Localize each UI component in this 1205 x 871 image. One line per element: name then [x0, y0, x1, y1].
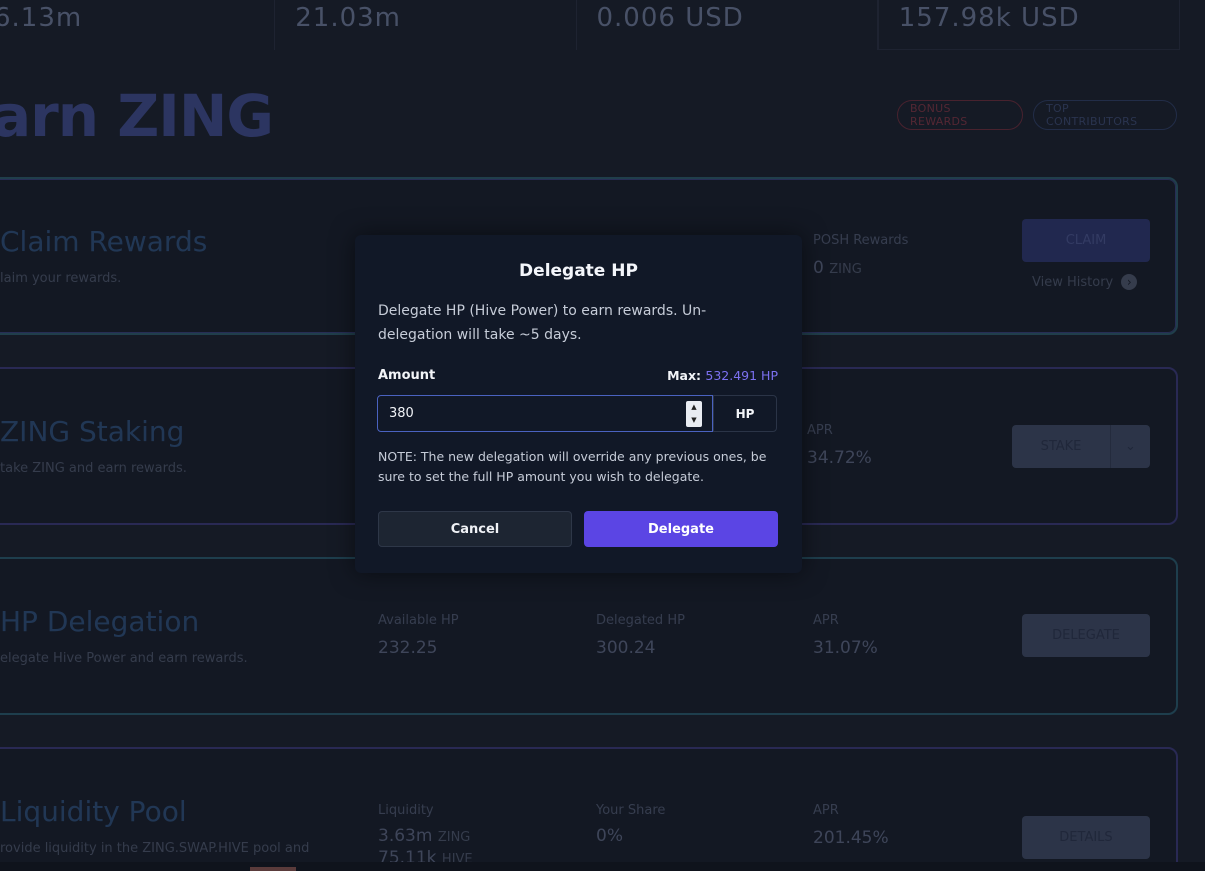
- earn-page: 6.13m 21.03m 0.006 USD 157.98k USD arn Z…: [0, 0, 1205, 871]
- modal-title: Delegate HP: [519, 261, 638, 281]
- amount-input[interactable]: [378, 406, 686, 421]
- number-stepper[interactable]: ▲ ▼: [686, 400, 702, 427]
- delegate-button[interactable]: Delegate: [584, 511, 778, 547]
- max-amount-value[interactable]: 532.491 HP: [705, 368, 778, 383]
- cancel-button[interactable]: Cancel: [378, 511, 572, 547]
- modal-description: Delegate HP (Hive Power) to earn rewards…: [378, 303, 707, 343]
- amount-label: Amount: [378, 368, 436, 383]
- delegation-note: NOTE: The new delegation will override a…: [378, 449, 767, 484]
- delegate-hp-modal: Delegate HP Delegate HP (Hive Power) to …: [355, 235, 802, 573]
- amount-field[interactable]: ▲ ▼: [377, 395, 713, 432]
- stepper-down-icon[interactable]: ▼: [691, 416, 696, 424]
- unit-label: HP: [713, 395, 777, 432]
- max-amount[interactable]: Max: 532.491 HP: [667, 368, 778, 383]
- taskbar-item[interactable]: [250, 867, 296, 871]
- stepper-up-icon[interactable]: ▲: [691, 403, 696, 411]
- taskbar: [0, 862, 1205, 871]
